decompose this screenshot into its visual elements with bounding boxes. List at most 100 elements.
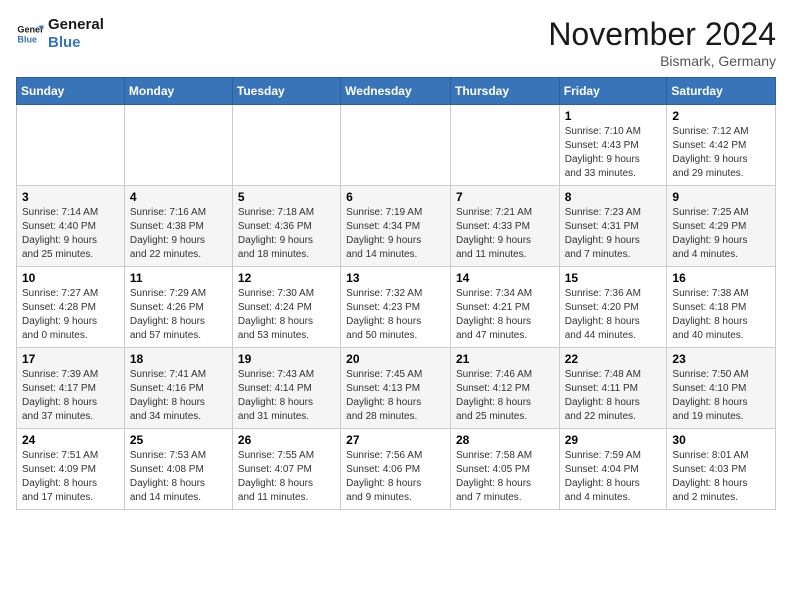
calendar-cell: 10Sunrise: 7:27 AM Sunset: 4:28 PM Dayli… [17,267,125,348]
logo: General Blue General Blue [16,16,104,52]
calendar-cell: 19 Sunrise: 7:43 AM Sunset: 4:14 PM Dayli… [232,348,340,429]
day-number: 6 [346,190,445,204]
calendar-cell: 6 Sunrise: 7:19 AM Sunset: 4:34 PM Daylig… [341,186,451,267]
weekday-row: SundayMondayTuesdayWednesdayThursdayFrid… [17,78,776,105]
day-info: Sunrise: 7:58 AM Sunset: 4:05 PM Dayligh… [456,449,554,505]
day-number: 19 [238,352,335,366]
weekday-header-monday: Monday [124,78,232,105]
day-number: 4 [130,190,227,204]
day-info: Sunrise: 7:21 AM Sunset: 4:33 PM Dayligh… [456,206,554,262]
day-number: 8 [565,190,662,204]
day-info: Sunrise: 7:19 AM Sunset: 4:34 PM Dayligh… [346,206,445,262]
calendar-cell [450,105,559,186]
weekday-header-wednesday: Wednesday [341,78,451,105]
calendar-cell: 13Sunrise: 7:32 AM Sunset: 4:23 PM Dayli… [341,267,451,348]
day-number: 11 [130,271,227,285]
calendar-cell: 22 Sunrise: 7:48 AM Sunset: 4:11 PM Dayli… [559,348,667,429]
calendar-cell: 29 Sunrise: 7:59 AM Sunset: 4:04 PM Dayli… [559,429,667,510]
calendar-header: SundayMondayTuesdayWednesdayThursdayFrid… [17,78,776,105]
weekday-header-thursday: Thursday [450,78,559,105]
day-number: 16 [672,271,770,285]
calendar-cell: 28 Sunrise: 7:58 AM Sunset: 4:05 PM Dayli… [450,429,559,510]
day-info: Sunrise: 7:14 AM Sunset: 4:40 PM Dayligh… [22,206,119,262]
day-number: 27 [346,433,445,447]
calendar-cell: 24Sunrise: 7:51 AM Sunset: 4:09 PM Dayli… [17,429,125,510]
calendar-cell: 30 Sunrise: 8:01 AM Sunset: 4:03 PM Dayli… [667,429,776,510]
calendar-cell: 27 Sunrise: 7:56 AM Sunset: 4:06 PM Dayli… [341,429,451,510]
weekday-header-friday: Friday [559,78,667,105]
weekday-header-sunday: Sunday [17,78,125,105]
calendar-cell: 25 Sunrise: 7:53 AM Sunset: 4:08 PM Dayli… [124,429,232,510]
day-info: Sunrise: 7:18 AM Sunset: 4:36 PM Dayligh… [238,206,335,262]
day-number: 20 [346,352,445,366]
day-info: Sunrise: 7:12 AM Sunset: 4:42 PM Dayligh… [672,125,770,181]
day-number: 30 [672,433,770,447]
logo-text: General Blue [48,16,104,52]
day-number: 26 [238,433,335,447]
calendar-cell: 11 Sunrise: 7:29 AM Sunset: 4:26 PM Dayli… [124,267,232,348]
day-info: Sunrise: 7:53 AM Sunset: 4:08 PM Dayligh… [130,449,227,505]
day-info: Sunrise: 7:30 AM Sunset: 4:24 PM Dayligh… [238,287,335,343]
calendar-cell: 14 Sunrise: 7:34 AM Sunset: 4:21 PM Dayli… [450,267,559,348]
calendar-cell: 18Sunrise: 7:41 AM Sunset: 4:16 PM Dayli… [124,348,232,429]
calendar-table: SundayMondayTuesdayWednesdayThursdayFrid… [16,77,776,510]
calendar-cell [341,105,451,186]
calendar-cell [17,105,125,186]
calendar-cell: 15Sunrise: 7:36 AM Sunset: 4:20 PM Dayli… [559,267,667,348]
day-number: 7 [456,190,554,204]
day-number: 17 [22,352,119,366]
calendar-body: 1Sunrise: 7:10 AM Sunset: 4:43 PM Daylig… [17,105,776,510]
calendar-cell: 2 Sunrise: 7:12 AM Sunset: 4:42 PM Daylig… [667,105,776,186]
calendar-cell: 9 Sunrise: 7:25 AM Sunset: 4:29 PM Daylig… [667,186,776,267]
day-info: Sunrise: 7:43 AM Sunset: 4:14 PM Dayligh… [238,368,335,424]
day-number: 3 [22,190,119,204]
day-number: 14 [456,271,554,285]
location: Bismark, Germany [548,53,776,69]
day-number: 9 [672,190,770,204]
calendar-week-1: 3 Sunrise: 7:14 AM Sunset: 4:40 PM Daylig… [17,186,776,267]
day-info: Sunrise: 7:45 AM Sunset: 4:13 PM Dayligh… [346,368,445,424]
day-info: Sunrise: 7:38 AM Sunset: 4:18 PM Dayligh… [672,287,770,343]
day-number: 12 [238,271,335,285]
day-info: Sunrise: 7:25 AM Sunset: 4:29 PM Dayligh… [672,206,770,262]
svg-text:Blue: Blue [17,34,37,44]
day-info: Sunrise: 7:16 AM Sunset: 4:38 PM Dayligh… [130,206,227,262]
calendar-week-2: 10Sunrise: 7:27 AM Sunset: 4:28 PM Dayli… [17,267,776,348]
title-area: November 2024 Bismark, Germany [548,16,776,69]
day-info: Sunrise: 8:01 AM Sunset: 4:03 PM Dayligh… [672,449,770,505]
header: General Blue General Blue November 2024 … [16,16,776,69]
day-number: 10 [22,271,119,285]
day-number: 23 [672,352,770,366]
day-info: Sunrise: 7:41 AM Sunset: 4:16 PM Dayligh… [130,368,227,424]
calendar-cell: 4 Sunrise: 7:16 AM Sunset: 4:38 PM Daylig… [124,186,232,267]
day-number: 29 [565,433,662,447]
calendar-cell: 21Sunrise: 7:46 AM Sunset: 4:12 PM Dayli… [450,348,559,429]
calendar-cell: 12 Sunrise: 7:30 AM Sunset: 4:24 PM Dayli… [232,267,340,348]
day-info: Sunrise: 7:39 AM Sunset: 4:17 PM Dayligh… [22,368,119,424]
weekday-header-saturday: Saturday [667,78,776,105]
day-number: 22 [565,352,662,366]
calendar-cell: 7 Sunrise: 7:21 AM Sunset: 4:33 PM Daylig… [450,186,559,267]
day-info: Sunrise: 7:50 AM Sunset: 4:10 PM Dayligh… [672,368,770,424]
logo-icon: General Blue [16,20,44,48]
day-info: Sunrise: 7:32 AM Sunset: 4:23 PM Dayligh… [346,287,445,343]
day-info: Sunrise: 7:29 AM Sunset: 4:26 PM Dayligh… [130,287,227,343]
month-title: November 2024 [548,16,776,53]
calendar-cell: 16 Sunrise: 7:38 AM Sunset: 4:18 PM Dayli… [667,267,776,348]
day-number: 28 [456,433,554,447]
day-info: Sunrise: 7:56 AM Sunset: 4:06 PM Dayligh… [346,449,445,505]
weekday-header-tuesday: Tuesday [232,78,340,105]
calendar-cell: 8Sunrise: 7:23 AM Sunset: 4:31 PM Daylig… [559,186,667,267]
day-info: Sunrise: 7:46 AM Sunset: 4:12 PM Dayligh… [456,368,554,424]
day-info: Sunrise: 7:59 AM Sunset: 4:04 PM Dayligh… [565,449,662,505]
day-number: 25 [130,433,227,447]
day-number: 2 [672,109,770,123]
calendar-week-0: 1Sunrise: 7:10 AM Sunset: 4:43 PM Daylig… [17,105,776,186]
day-number: 5 [238,190,335,204]
calendar-week-3: 17 Sunrise: 7:39 AM Sunset: 4:17 PM Dayli… [17,348,776,429]
day-info: Sunrise: 7:51 AM Sunset: 4:09 PM Dayligh… [22,449,119,505]
day-number: 1 [565,109,662,123]
calendar-cell: 5 Sunrise: 7:18 AM Sunset: 4:36 PM Daylig… [232,186,340,267]
day-info: Sunrise: 7:48 AM Sunset: 4:11 PM Dayligh… [565,368,662,424]
day-info: Sunrise: 7:34 AM Sunset: 4:21 PM Dayligh… [456,287,554,343]
